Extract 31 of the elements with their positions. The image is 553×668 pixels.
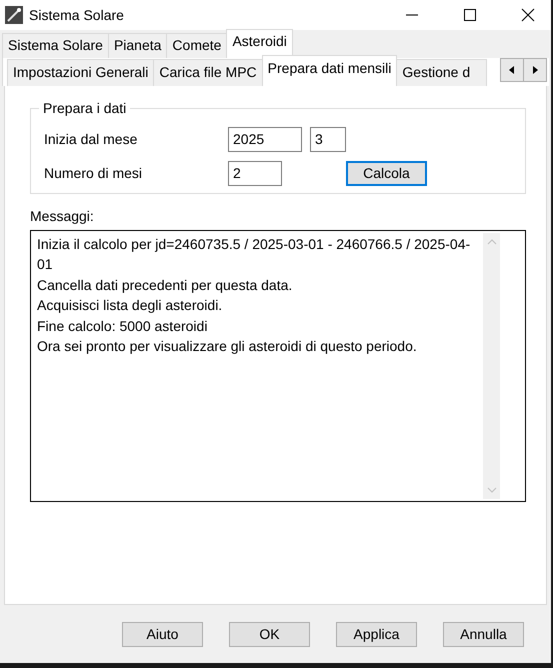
input-field[interactable]: 3 xyxy=(310,126,346,152)
close-icon[interactable] xyxy=(521,8,535,22)
group-title: Prepara i dati xyxy=(42,100,128,116)
input-field[interactable]: 2025 xyxy=(228,126,302,152)
tab[interactable]: Impostazioni Generali xyxy=(7,59,154,86)
tab[interactable]: Gestione d xyxy=(396,59,488,86)
field-label: Numero di mesi xyxy=(44,165,144,181)
right-triangle-icon[interactable] xyxy=(531,66,539,74)
app-icon xyxy=(5,6,23,24)
calculate-button[interactable]: Calcola xyxy=(346,160,427,186)
dialog-button[interactable]: Applica xyxy=(336,622,417,646)
input-field[interactable]: 2 xyxy=(228,160,282,186)
dialog-button[interactable]: Annulla xyxy=(443,622,524,646)
message-line: Inizia il calcolo per jd=2460735.5 / 2025-03-01 - 2460766.5 / 2025-04-01 xyxy=(37,235,472,274)
window-title: Sistema Solare xyxy=(29,7,125,23)
field-label: Inizia dal mese xyxy=(44,131,138,147)
dialog-button[interactable]: OK xyxy=(229,622,310,646)
field-label: Messaggi: xyxy=(30,208,95,224)
scroll-left-button[interactable] xyxy=(500,58,524,82)
scroll-right-button[interactable] xyxy=(523,58,547,82)
message-line: Cancella dati precedenti per questa data. xyxy=(37,276,294,295)
message-line: Acquisisci lista degli asteroidi. xyxy=(37,296,224,316)
messages-box[interactable] xyxy=(30,230,526,502)
left-triangle-icon[interactable] xyxy=(508,66,516,74)
tab[interactable]: Carica file MPC xyxy=(153,59,263,86)
tab[interactable]: Sistema Solare xyxy=(2,33,109,58)
dialog-button[interactable]: Aiuto xyxy=(122,622,203,646)
maximize-icon[interactable] xyxy=(463,8,477,22)
tab[interactable]: Asteroidi xyxy=(226,29,293,58)
message-line: Ora sei pronto per visualizzare gli asteroidi di questo periodo. xyxy=(37,337,418,356)
message-line: Fine calcolo: 5000 asteroidi xyxy=(37,316,208,336)
